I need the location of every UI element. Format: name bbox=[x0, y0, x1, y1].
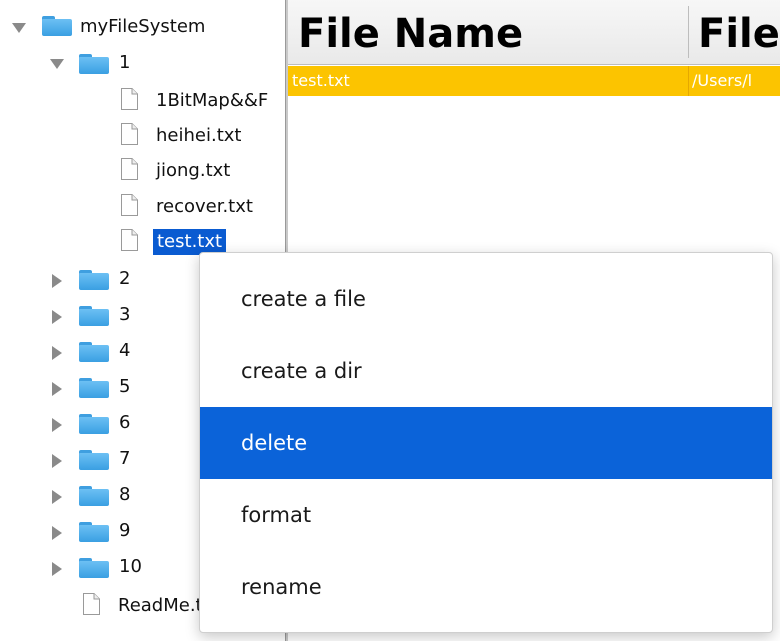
triangle-down-icon[interactable] bbox=[50, 59, 64, 69]
folder-icon bbox=[79, 378, 109, 398]
folder-icon bbox=[79, 342, 109, 362]
tree-node-label: 7 bbox=[119, 448, 131, 469]
file-icon bbox=[121, 88, 138, 110]
folder-icon bbox=[79, 54, 109, 74]
tree-file-label: jiong.txt bbox=[156, 160, 231, 181]
tree-node-folder-1[interactable]: 1 bbox=[0, 46, 285, 82]
table-row[interactable]: test.txt /Users/l bbox=[288, 66, 780, 96]
table-cell-name: test.txt bbox=[292, 71, 350, 90]
triangle-right-icon[interactable] bbox=[52, 346, 62, 360]
triangle-right-icon[interactable] bbox=[52, 562, 62, 576]
tree-node-label: 1 bbox=[119, 52, 131, 73]
column-divider[interactable] bbox=[688, 6, 689, 58]
triangle-right-icon[interactable] bbox=[52, 382, 62, 396]
menu-item-format[interactable]: format bbox=[200, 479, 772, 551]
triangle-right-icon[interactable] bbox=[52, 454, 62, 468]
tree-node-label: 6 bbox=[119, 412, 131, 433]
column-header-file-name[interactable]: File Name bbox=[298, 6, 523, 62]
table-header: File Name File bbox=[288, 0, 780, 65]
tree-node-label: 5 bbox=[119, 376, 131, 397]
menu-item-create-dir[interactable]: create a dir bbox=[200, 335, 772, 407]
file-icon bbox=[83, 593, 100, 615]
tree-file-label: recover.txt bbox=[156, 196, 253, 217]
folder-icon bbox=[79, 450, 109, 470]
triangle-right-icon[interactable] bbox=[52, 310, 62, 324]
tree-node-label: 3 bbox=[119, 304, 131, 325]
folder-icon bbox=[79, 306, 109, 326]
column-header-file-path[interactable]: File bbox=[698, 6, 780, 62]
tree-file-item[interactable]: recover.txt bbox=[0, 189, 285, 225]
tree-node-label: 9 bbox=[119, 520, 131, 541]
file-icon bbox=[121, 123, 138, 145]
tree-node-label: 4 bbox=[119, 340, 131, 361]
tree-node-label: 2 bbox=[119, 268, 131, 289]
folder-icon bbox=[79, 522, 109, 542]
file-icon bbox=[121, 229, 138, 251]
triangle-right-icon[interactable] bbox=[52, 490, 62, 504]
triangle-down-icon[interactable] bbox=[12, 23, 26, 33]
tree-file-label: heihei.txt bbox=[156, 125, 242, 146]
context-menu: create a file create a dir delete format… bbox=[199, 252, 773, 633]
menu-item-rename[interactable]: rename bbox=[200, 551, 772, 623]
folder-icon bbox=[79, 486, 109, 506]
tree-file-item[interactable]: 1BitMap&&F bbox=[0, 83, 285, 119]
tree-node-root[interactable]: myFileSystem bbox=[0, 10, 285, 46]
folder-icon bbox=[42, 16, 72, 36]
tree-file-item[interactable]: jiong.txt bbox=[0, 153, 285, 189]
menu-item-create-file[interactable]: create a file bbox=[200, 263, 772, 335]
menu-item-delete[interactable]: delete bbox=[200, 407, 772, 479]
file-icon bbox=[121, 158, 138, 180]
tree-node-label: 8 bbox=[119, 484, 131, 505]
tree-file-item[interactable]: heihei.txt bbox=[0, 118, 285, 154]
tree-node-label: myFileSystem bbox=[80, 16, 206, 37]
triangle-right-icon[interactable] bbox=[52, 526, 62, 540]
folder-icon bbox=[79, 414, 109, 434]
triangle-right-icon[interactable] bbox=[52, 418, 62, 432]
file-icon bbox=[121, 194, 138, 216]
tree-node-label: 10 bbox=[119, 556, 142, 577]
column-divider bbox=[688, 66, 689, 96]
folder-icon bbox=[79, 270, 109, 290]
table-cell-path: /Users/l bbox=[692, 71, 753, 90]
tree-file-label: 1BitMap&&F bbox=[156, 90, 269, 111]
triangle-right-icon[interactable] bbox=[52, 274, 62, 288]
folder-icon bbox=[79, 558, 109, 578]
